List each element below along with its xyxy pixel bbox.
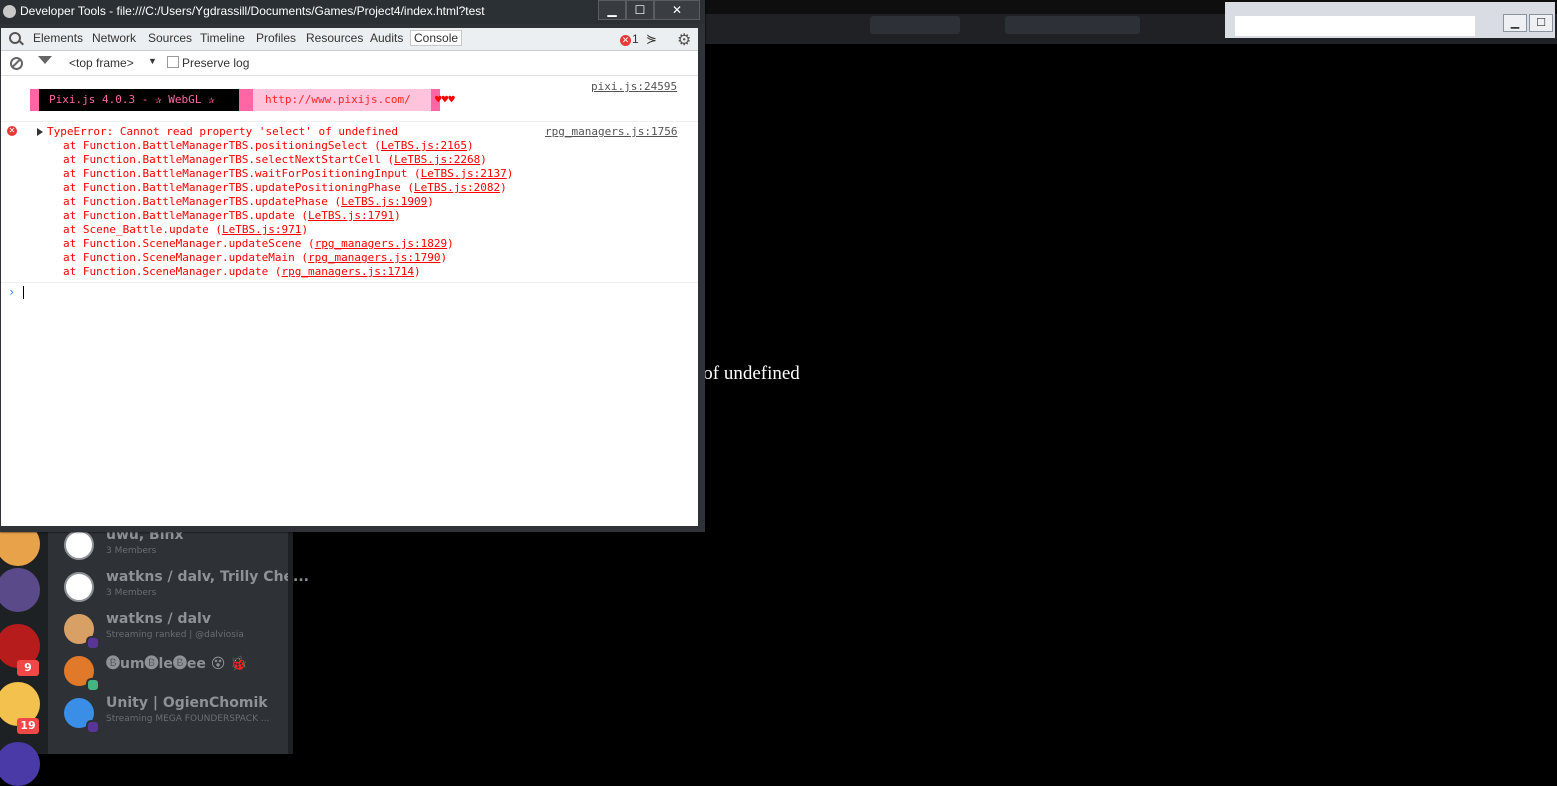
stack-link[interactable]: rpg_managers.js:1829 [315, 237, 447, 250]
source-link[interactable]: pixi.js:24595 [591, 80, 677, 93]
pixi-banner-url: http://www.pixijs.com/ [253, 89, 431, 111]
direct-message-list: uwu, Binx 3 Members watkns / dalv, Trill… [48, 520, 309, 754]
tab-profiles[interactable]: Profiles [256, 31, 296, 45]
browser-toolbar [1235, 16, 1475, 36]
devtools-panel: Elements Network Sources Timeline Profil… [1, 28, 698, 526]
error-icon: ✕ [7, 126, 17, 136]
window-title: Developer Tools - file:///C:/Users/Ygdra… [20, 4, 485, 18]
stack-link[interactable]: LeTBS.js:2137 [421, 167, 507, 180]
dm-subtitle: 3 Members [106, 588, 157, 598]
console-input[interactable] [23, 286, 24, 299]
show-drawer-icon[interactable]: ⋟ [646, 31, 657, 47]
expand-triangle-icon[interactable] [37, 128, 43, 136]
filter-icon[interactable] [38, 56, 52, 64]
stack-line: at Function.SceneManager.updateMain (rpg… [63, 251, 448, 264]
source-link[interactable]: rpg_managers.js:1756 [545, 125, 677, 138]
stack-line: at Function.SceneManager.update (rpg_man… [63, 265, 421, 278]
background-app-toolbar: ▁ ☐ [705, 0, 1557, 44]
stack-line: at Function.BattleManagerTBS.positioning… [63, 139, 474, 152]
error-icon: ✕ [620, 35, 631, 46]
preserve-log-checkbox[interactable] [167, 56, 179, 68]
tab-console[interactable]: Console [410, 30, 463, 46]
error-count[interactable]: ✕ 1 [620, 32, 639, 46]
dm-name: watkns / dalv, Trilly Che... [106, 569, 309, 585]
banner-stripe [30, 89, 39, 111]
stack-line: at Function.BattleManagerTBS.selectNextS… [63, 153, 487, 166]
error-message[interactable]: TypeError: Cannot read property 'select'… [47, 125, 398, 138]
toolbar-icons [870, 16, 960, 34]
divider [1, 121, 698, 122]
close-button[interactable]: ✕ [654, 0, 700, 20]
devtools-tabbar: Elements Network Sources Timeline Profil… [1, 28, 698, 51]
dm-name: Unity | OgienChomik [106, 695, 268, 711]
maximize-button[interactable]: ☐ [1529, 14, 1553, 32]
group-avatar-icon [64, 530, 94, 560]
dm-name: 🅑um🅑le🅑ee 😵 🐞 [106, 656, 248, 672]
search-icon[interactable] [9, 32, 21, 44]
unread-badge: 9 [17, 660, 39, 676]
dm-item[interactable]: watkns / dalv Streaming ranked | @dalvio… [64, 608, 288, 650]
console-toolbar: <top frame> ▼ Preserve log [1, 51, 698, 76]
devtools-window: Developer Tools - file:///C:/Users/Ygdra… [0, 0, 705, 532]
status-online-icon [86, 678, 100, 692]
minimize-button[interactable]: ▁ [598, 0, 626, 20]
stack-line: at Function.BattleManagerTBS.updatePhase… [63, 195, 434, 208]
tab-audits[interactable]: Audits [370, 31, 403, 45]
dm-name: watkns / dalv [106, 611, 211, 627]
background-window-buttons: ▁ ☐ [1503, 14, 1553, 32]
stack-link[interactable]: LeTBS.js:1909 [341, 195, 427, 208]
tab-sources[interactable]: Sources [148, 31, 192, 45]
status-streaming-icon [86, 636, 100, 650]
chevron-down-icon[interactable]: ▼ [148, 56, 157, 66]
dm-subtitle: 3 Members [106, 546, 157, 556]
divider [288, 520, 293, 754]
stack-link[interactable]: LeTBS.js:2165 [381, 139, 467, 152]
stack-link[interactable]: rpg_managers.js:1714 [282, 265, 414, 278]
tab-network[interactable]: Network [92, 31, 136, 45]
stack-link[interactable]: LeTBS.js:2082 [414, 181, 500, 194]
preserve-log-label[interactable]: Preserve log [182, 56, 249, 70]
banner-stripe [239, 89, 253, 111]
minimize-button[interactable]: ▁ [1503, 14, 1527, 32]
frame-select[interactable]: <top frame> [69, 56, 134, 70]
stack-line: at Scene_Battle.update (LeTBS.js:971) [63, 223, 309, 236]
console-prompt-icon: › [8, 285, 16, 299]
stack-line: at Function.SceneManager.updateScene (rp… [63, 237, 454, 250]
maximize-button[interactable]: ☐ [626, 0, 654, 20]
stack-link[interactable]: LeTBS.js:2268 [394, 153, 480, 166]
clear-console-icon[interactable] [10, 57, 23, 70]
pixi-banner-label: Pixi.js 4.0.3 - ✰ WebGL ✰ [39, 89, 239, 111]
tab-resources[interactable]: Resources [306, 31, 363, 45]
group-avatar-icon [64, 572, 94, 602]
dm-item[interactable]: 🅑um🅑le🅑ee 😵 🐞 [64, 650, 288, 692]
hearts: ♥♥♥ [435, 93, 455, 106]
unread-badge: 19 [17, 718, 39, 734]
guild-icon[interactable] [0, 742, 40, 786]
divider [1, 282, 698, 283]
search-box[interactable] [1005, 16, 1140, 34]
guild-icon[interactable] [0, 568, 40, 612]
stack-link[interactable]: LeTBS.js:1791 [308, 209, 394, 222]
error-count-value: 1 [632, 32, 639, 46]
dm-item[interactable]: Unity | OgienChomik Streaming MEGA FOUND… [64, 692, 288, 734]
stack-link[interactable]: LeTBS.js:971 [222, 223, 301, 236]
tab-elements[interactable]: Elements [33, 31, 83, 45]
tab-timeline[interactable]: Timeline [200, 31, 245, 45]
stack-line: at Function.BattleManagerTBS.update (LeT… [63, 209, 401, 222]
status-streaming-icon [86, 720, 100, 734]
dm-item[interactable]: watkns / dalv, Trilly Che... 3 Members [64, 566, 309, 608]
stack-line: at Function.BattleManagerTBS.updatePosit… [63, 181, 507, 194]
stack-link[interactable]: rpg_managers.js:1790 [308, 251, 440, 264]
dm-subtitle: Streaming ranked | @dalviosia [106, 630, 244, 640]
stack-line: at Function.BattleManagerTBS.waitForPosi… [63, 167, 514, 180]
window-titlebar[interactable]: Developer Tools - file:///C:/Users/Ygdra… [0, 0, 705, 24]
chrome-icon [3, 5, 16, 18]
dm-subtitle: Streaming MEGA FOUNDERSPACK ... [106, 714, 270, 724]
gear-icon[interactable]: ⚙ [677, 30, 691, 50]
guild-list: 9 19 [0, 520, 48, 786]
